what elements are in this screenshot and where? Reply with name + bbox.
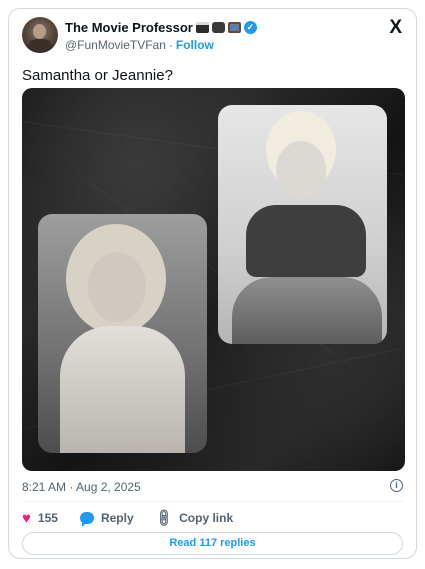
read-replies-button[interactable]: Read 117 replies	[22, 532, 403, 555]
avatar-face	[33, 24, 46, 39]
reply-button[interactable]: Reply	[79, 511, 134, 527]
tweet-text: Samantha or Jeannie?	[22, 67, 173, 84]
photo-gown	[60, 326, 185, 453]
movie-camera-icon	[211, 21, 225, 33]
avatar-body	[27, 39, 53, 53]
follow-button[interactable]: Follow	[176, 38, 214, 52]
info-icon[interactable]: i	[390, 479, 403, 492]
copy-link-label: Copy link	[179, 511, 234, 525]
action-bar: ♥ 155 Reply 🔗︎ Copy link	[22, 507, 255, 529]
author-display-name[interactable]: The Movie Professor	[65, 20, 193, 35]
heart-icon: ♥	[22, 509, 31, 527]
reply-label: Reply	[100, 511, 134, 525]
separator-dot: ·	[168, 38, 173, 52]
photo-pants	[232, 277, 382, 344]
reply-bubble-icon	[79, 512, 94, 527]
photo-face	[276, 141, 326, 199]
author-handle[interactable]: @FunMovieTVFan	[65, 38, 166, 52]
x-logo-icon[interactable]: X	[389, 17, 402, 39]
divider	[22, 501, 403, 502]
copy-link-button[interactable]: 🔗︎ Copy link	[152, 507, 234, 529]
verified-badge-icon: ✓	[243, 20, 257, 34]
like-button[interactable]: ♥ 155	[22, 511, 58, 526]
tweet-timestamp[interactable]: 8:21 AM · Aug 2, 2025	[22, 480, 141, 494]
photo-vest	[246, 205, 366, 277]
clapper-board-icon	[195, 21, 209, 33]
author-handle-row: @FunMovieTVFan · Follow	[65, 38, 214, 52]
author-name-row: The Movie Professor ✓	[65, 18, 257, 36]
photo-jeannie	[218, 105, 387, 344]
link-icon: 🔗︎	[152, 506, 175, 529]
photo-samantha	[38, 214, 207, 453]
tweet-media-image[interactable]	[22, 88, 405, 471]
tweet-card: The Movie Professor ✓ @FunMovieTVFan · F…	[8, 8, 417, 559]
like-count: 155	[37, 511, 58, 525]
television-icon	[227, 21, 241, 33]
photo-face	[88, 252, 146, 322]
author-avatar[interactable]	[22, 17, 58, 53]
